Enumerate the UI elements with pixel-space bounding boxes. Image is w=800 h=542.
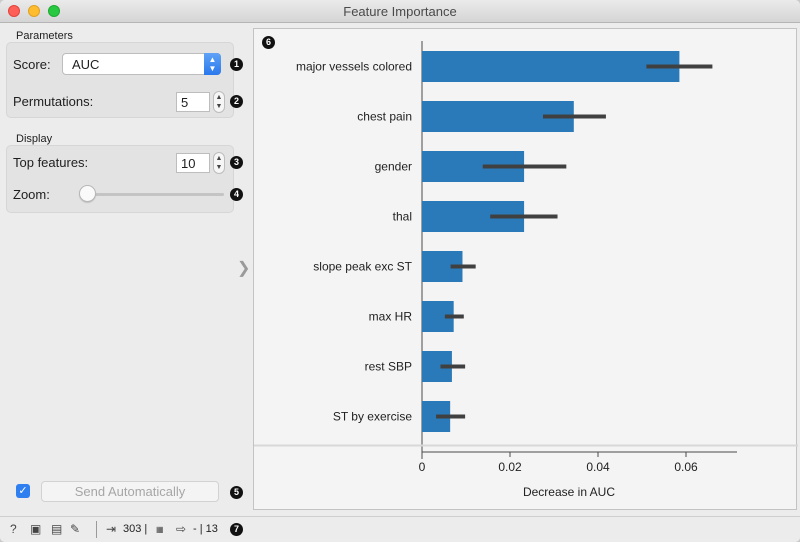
feature-importance-plot: Decrease in AUC major vessels colored che… — [253, 28, 798, 510]
x-tick-label: 0.02 — [498, 460, 522, 474]
x-tick-label: 0.06 — [674, 460, 698, 474]
display-section-label: Display — [16, 133, 53, 145]
category-label: ST by exercise — [333, 410, 412, 424]
window-title: Feature Importance — [343, 4, 457, 19]
category-label: slope peak exc ST — [313, 260, 412, 274]
permutations-label: Permutations: — [13, 94, 94, 109]
zoom-slider-track[interactable] — [86, 193, 224, 196]
status-bar: ? ▣ ▤ ✎ ⇥ 303 | ▦ ⇨ - | 13 7 — [0, 516, 800, 542]
category-label: rest SBP — [365, 360, 412, 374]
title-bar: Feature Importance — [0, 0, 800, 23]
help-icon[interactable]: ? — [10, 522, 17, 536]
permutations-stepper-icon[interactable]: ▲ ▼ — [213, 91, 225, 113]
parameters-section-label: Parameters — [16, 30, 73, 42]
permutations-value: 5 — [181, 95, 189, 110]
score-value: AUC — [72, 57, 100, 72]
status-divider — [96, 521, 97, 538]
zoom-label: Zoom: — [13, 187, 50, 202]
send-automatically-button: Send Automatically — [41, 481, 219, 502]
marker-4: 4 — [230, 188, 243, 201]
marker-2: 2 — [230, 95, 243, 108]
category-label: gender — [375, 160, 412, 174]
score-combobox[interactable]: AUC ▲ ▼ — [62, 53, 221, 75]
category-label: chest pain — [357, 110, 412, 124]
feature-importance-window: Feature Importance Parameters Score: AUC… — [0, 0, 800, 542]
zoom-slider-handle[interactable] — [79, 185, 96, 202]
send-automatically-checkbox[interactable]: ✓ — [16, 484, 30, 498]
marker-7: 7 — [230, 523, 243, 536]
category-label: thal — [393, 210, 412, 224]
x-axis-title: Decrease in AUC — [523, 485, 615, 499]
feature-importance-chart: Decrease in AUC major vessels colored che… — [254, 41, 798, 499]
permutations-spinbox[interactable]: 5 — [176, 92, 210, 112]
input-icon: ⇥ — [106, 522, 117, 536]
marker-6: 6 — [262, 36, 275, 49]
save-icon[interactable]: ▣ — [30, 522, 41, 536]
category-label: major vessels colored — [296, 60, 412, 74]
score-label: Score: — [13, 57, 51, 72]
marker-5: 5 — [230, 486, 243, 499]
report-icon[interactable]: ▤ — [51, 522, 62, 536]
top-features-label: Top features: — [13, 155, 89, 170]
top-features-value: 10 — [181, 156, 196, 171]
x-tick-label: 0 — [419, 460, 426, 474]
data-table-icon: ▦ — [156, 525, 164, 534]
input-count: 303 | — [123, 523, 148, 535]
collapse-panel-arrow-icon[interactable]: ❯ — [237, 258, 250, 278]
x-tick-label: 0.04 — [586, 460, 610, 474]
chevron-up-down-icon[interactable]: ▲ ▼ — [204, 53, 221, 75]
output-summary: - | 13 — [193, 523, 218, 535]
top-features-stepper-icon[interactable]: ▲ ▼ — [213, 152, 225, 174]
category-label: max HR — [369, 310, 413, 324]
top-features-spinbox[interactable]: 10 — [176, 153, 210, 173]
annotate-icon[interactable]: ✎ — [70, 522, 80, 536]
marker-1: 1 — [230, 58, 243, 71]
output-icon: ⇨ — [176, 522, 187, 536]
bar — [422, 51, 680, 82]
marker-3: 3 — [230, 156, 243, 169]
